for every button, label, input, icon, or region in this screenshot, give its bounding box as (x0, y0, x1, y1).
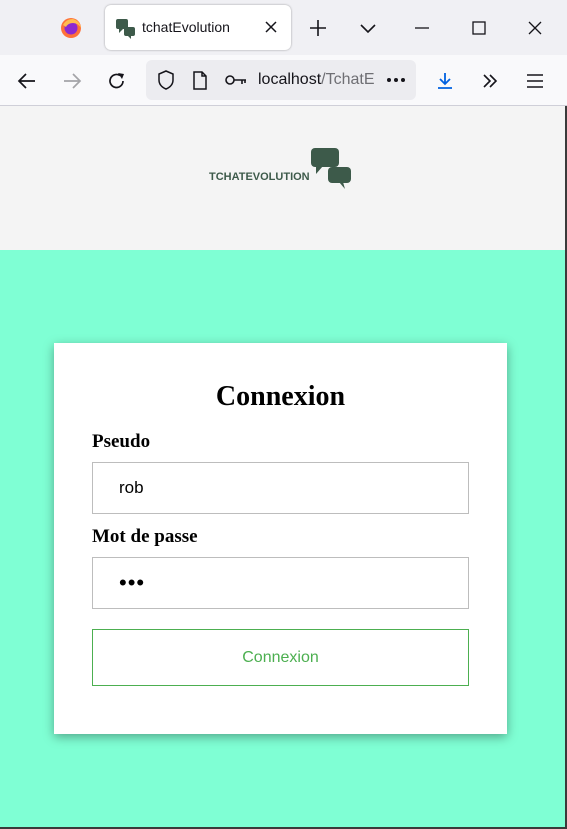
forward-button[interactable] (57, 66, 87, 96)
logo-text: TCHATEVOLUTION (209, 171, 310, 183)
firefox-logo[interactable] (60, 17, 82, 39)
url-text[interactable]: localhost/TchatE (258, 71, 380, 89)
browser-tab[interactable]: tchatEvolution (105, 5, 291, 50)
new-tab-button[interactable] (304, 14, 332, 42)
minimize-button[interactable] (408, 14, 436, 42)
more-dots-icon (387, 78, 405, 82)
page-actions-button[interactable] (384, 69, 408, 91)
downloads-button[interactable] (430, 66, 460, 96)
site-header: TCHATEVOLUTION (0, 106, 565, 250)
submit-label: Connexion (242, 648, 319, 666)
login-submit-button[interactable]: Connexion (92, 629, 469, 686)
overflow-button[interactable] (475, 66, 505, 96)
pseudo-input[interactable]: rob (92, 462, 469, 514)
maximize-icon (472, 21, 486, 35)
shield-icon[interactable] (156, 70, 176, 90)
pseudo-value: rob (119, 478, 144, 497)
download-icon (438, 73, 452, 89)
chat-bubbles-icon (116, 19, 135, 39)
hamburger-menu-icon (527, 74, 543, 88)
key-icon[interactable] (224, 70, 248, 90)
chevron-down-icon (360, 24, 376, 34)
forward-arrow-icon (64, 73, 82, 89)
back-button[interactable] (12, 66, 42, 96)
url-host: localhost (258, 71, 322, 88)
chat-bubbles-logo-icon (311, 148, 351, 189)
password-label: Mot de passe (92, 526, 198, 547)
close-icon (528, 21, 542, 35)
reload-button[interactable] (102, 66, 132, 96)
pseudo-label: Pseudo (92, 431, 151, 452)
plus-icon (310, 20, 326, 36)
maximize-button[interactable] (465, 14, 493, 42)
password-value: ••• (119, 570, 146, 595)
password-input[interactable]: ••• (92, 557, 469, 609)
reload-icon (109, 73, 124, 89)
url-bar[interactable]: localhost/TchatE (146, 60, 416, 100)
close-window-button[interactable] (521, 14, 549, 42)
navigation-bar: localhost/TchatE (0, 55, 567, 106)
login-card: Connexion Pseudo rob Mot de passe ••• Co… (54, 343, 507, 734)
site-logo[interactable]: TCHATEVOLUTION (209, 147, 354, 192)
url-path: /TchatE (321, 71, 375, 88)
page-icon[interactable] (190, 70, 210, 90)
back-arrow-icon (17, 73, 35, 89)
close-tab-icon[interactable] (261, 17, 281, 37)
minimize-icon (415, 27, 429, 29)
app-menu-button[interactable] (520, 66, 550, 96)
tab-list-button[interactable] (354, 14, 382, 42)
tab-bar: tchatEvolution (0, 0, 567, 55)
double-chevron-icon (483, 74, 498, 88)
login-title: Connexion (215, 381, 346, 412)
tab-title: tchatEvolution (142, 19, 230, 35)
